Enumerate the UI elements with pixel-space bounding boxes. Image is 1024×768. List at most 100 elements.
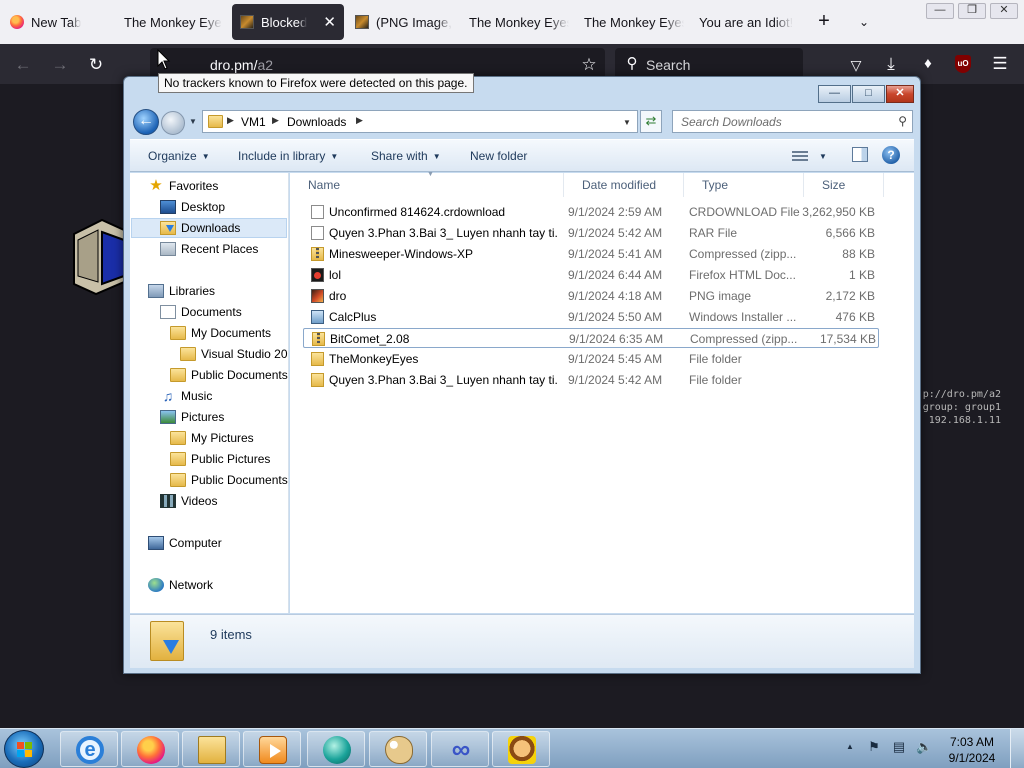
nav-visual-studio[interactable]: Visual Studio 201 (180, 344, 288, 364)
paint-palette-icon (385, 736, 413, 764)
tab-monkey-eyes-3[interactable]: The Monkey Eyes (584, 4, 684, 40)
network-tray-icon[interactable]: ▤ (891, 739, 907, 755)
nav-downloads[interactable]: Downloads (131, 218, 287, 238)
file-row[interactable]: lol 9/1/2024 6:44 AM Firefox HTML Doc...… (303, 265, 879, 285)
new-tab-button[interactable]: + (812, 10, 836, 34)
file-row[interactable]: dro 9/1/2024 4:18 AM PNG image 2,172 KB (303, 286, 879, 306)
browser-close-button[interactable]: ✕ (990, 3, 1018, 19)
tab-png-image[interactable]: (PNG Image, (355, 4, 455, 40)
breadcrumb-separator-icon[interactable]: ▶ (227, 115, 234, 126)
browser-minimize-button[interactable]: — (926, 3, 954, 19)
nav-computer[interactable]: Computer (148, 533, 222, 553)
action-center-flag-icon[interactable]: ⚑ (866, 739, 882, 755)
clock-time: 7:03 AM (949, 735, 995, 749)
breadcrumb-separator-icon[interactable]: ▶ (272, 115, 279, 126)
nav-my-pictures[interactable]: My Pictures (170, 428, 254, 448)
tab-blocked[interactable]: Blocked ✕ (232, 4, 344, 40)
file-row[interactable]: TheMonkeyEyes 9/1/2024 5:45 AM File fold… (303, 349, 879, 369)
breadcrumb-vm1[interactable]: VM1 (241, 115, 266, 129)
change-view-icon[interactable] (792, 149, 808, 163)
taskbar-media-player[interactable] (243, 731, 301, 767)
address-bar[interactable]: ▶ VM1 ▶ Downloads ▶ ▼ (202, 110, 638, 133)
explorer-maximize-button[interactable]: □ (852, 85, 885, 103)
view-options-chevron-icon[interactable]: ▼ (819, 152, 827, 161)
taskbar-paint[interactable] (369, 731, 427, 767)
nav-my-documents[interactable]: My Documents (170, 323, 271, 343)
file-row[interactable]: Quyen 3.Phan 3.Bai 3_ Luyen nhanh tay ti… (303, 223, 879, 243)
installer-icon (311, 310, 324, 324)
show-desktop-button[interactable] (1010, 729, 1024, 768)
file-row[interactable]: Unconfirmed 814624.crdownload 9/1/2024 2… (303, 202, 879, 222)
recent-places-icon (160, 242, 176, 256)
taskbar-green-orb-app[interactable] (307, 731, 365, 767)
breadcrumb-downloads[interactable]: Downloads (287, 115, 346, 129)
sort-indicator-icon: ▼ (427, 171, 434, 178)
share-with-button[interactable]: Share with ▼ (371, 149, 441, 163)
navigation-pane[interactable]: ★ Favorites Desktop Downloads Recent Plac… (130, 173, 289, 613)
tab-you-are-an-idiot[interactable]: You are an Idiot! (699, 4, 799, 40)
nav-public-documents-2[interactable]: Public Documents (170, 470, 288, 490)
taskbar-infinity-app[interactable]: ∞ (431, 731, 489, 767)
explorer-search-input[interactable]: Search Downloads ⚲ (672, 110, 913, 133)
refresh-button[interactable]: ⇄ (640, 110, 662, 133)
volume-muted-icon[interactable]: 🔈 (916, 739, 932, 755)
explorer-back-button[interactable]: ← (133, 109, 159, 135)
taskbar-internet-explorer[interactable]: e (60, 731, 118, 767)
column-header-type[interactable]: Type (684, 173, 804, 197)
nav-documents[interactable]: Documents (160, 302, 242, 322)
nav-pictures[interactable]: Pictures (160, 407, 224, 427)
file-row[interactable]: BitComet_2.08 9/1/2024 6:35 AM Compresse… (303, 328, 879, 348)
nav-videos[interactable]: Videos (160, 491, 217, 511)
file-row[interactable]: CalcPlus 9/1/2024 5:50 AM Windows Instal… (303, 307, 879, 327)
explorer-minimize-button[interactable]: — (818, 85, 851, 103)
column-header-date-modified[interactable]: Date modified (564, 173, 684, 197)
file-row[interactable]: Minesweeper-Windows-XP 9/1/2024 5:41 AM … (303, 244, 879, 264)
new-folder-button[interactable]: New folder (470, 149, 527, 163)
show-hidden-icons-chevron-icon[interactable]: ▲ (846, 742, 854, 751)
file-row[interactable]: Quyen 3.Phan 3.Bai 3_ Luyen nhanh tay ti… (303, 370, 879, 390)
explorer-forward-button[interactable] (161, 111, 185, 135)
breadcrumb-separator-icon[interactable]: ▶ (356, 115, 363, 126)
close-tab-icon[interactable]: ✕ (323, 13, 336, 31)
explorer-window: — □ ✕ ← ▼ ▶ VM1 ▶ Downloads ▶ ▼ ⇄ Search… (123, 76, 921, 674)
taskbar-clock[interactable]: 7:03 AM 9/1/2024 (944, 734, 1000, 766)
downloads-icon[interactable]: ⤓ (882, 55, 900, 73)
nav-public-pictures[interactable]: Public Pictures (170, 449, 270, 469)
taskbar-windows-explorer[interactable] (182, 731, 240, 767)
menu-hamburger-icon[interactable]: ☰ (991, 55, 1009, 73)
column-header-size[interactable]: Size (804, 173, 884, 197)
nav-favorites[interactable]: ★ Favorites (148, 176, 218, 196)
tab-monkey-eyes-1[interactable]: The Monkey Eyes (124, 4, 222, 40)
nav-music[interactable]: ♫ Music (160, 386, 213, 406)
list-all-tabs-chevron-icon[interactable]: ⌄ (852, 10, 876, 34)
url-text[interactable]: dro.pm/a2 (210, 57, 273, 73)
back-arrow-icon[interactable]: ← (14, 56, 32, 74)
nav-libraries[interactable]: Libraries (148, 281, 215, 301)
organize-button[interactable]: Organize ▼ (148, 149, 210, 163)
recent-pages-chevron-icon[interactable]: ▼ (189, 117, 197, 126)
help-icon[interactable]: ? (882, 146, 900, 164)
start-button[interactable] (4, 730, 44, 768)
nav-network[interactable]: Network (148, 575, 213, 595)
address-dropdown-icon[interactable]: ▼ (623, 118, 631, 127)
tab-monkey-eyes-2[interactable]: The Monkey Eyes (469, 4, 569, 40)
pocket-icon[interactable]: ▽ (847, 56, 865, 74)
tab-new-tab[interactable]: New Tab (10, 4, 110, 40)
file-list-pane[interactable]: Name ▼ Date modified Type Size Unconfirm… (290, 171, 914, 613)
taskbar-monkey-app[interactable] (492, 731, 550, 767)
ublock-origin-icon[interactable]: uO (955, 55, 971, 73)
browser-search-placeholder[interactable]: Search (646, 57, 690, 73)
extensions-icon[interactable]: ♦ (919, 55, 937, 73)
forward-arrow-icon[interactable]: → (51, 56, 69, 74)
nav-public-documents[interactable]: Public Documents (170, 365, 288, 385)
browser-restore-button[interactable]: ❐ (958, 3, 986, 19)
nav-desktop[interactable]: Desktop (160, 197, 225, 217)
nav-recent-places[interactable]: Recent Places (160, 239, 258, 259)
reload-icon[interactable]: ↻ (87, 56, 105, 74)
preview-pane-icon[interactable] (852, 147, 868, 162)
bookmark-star-icon[interactable]: ☆ (580, 56, 598, 74)
taskbar-firefox[interactable] (121, 731, 179, 767)
retro-computer-image (73, 218, 124, 296)
explorer-close-button[interactable]: ✕ (886, 85, 914, 103)
include-in-library-button[interactable]: Include in library ▼ (238, 149, 338, 163)
